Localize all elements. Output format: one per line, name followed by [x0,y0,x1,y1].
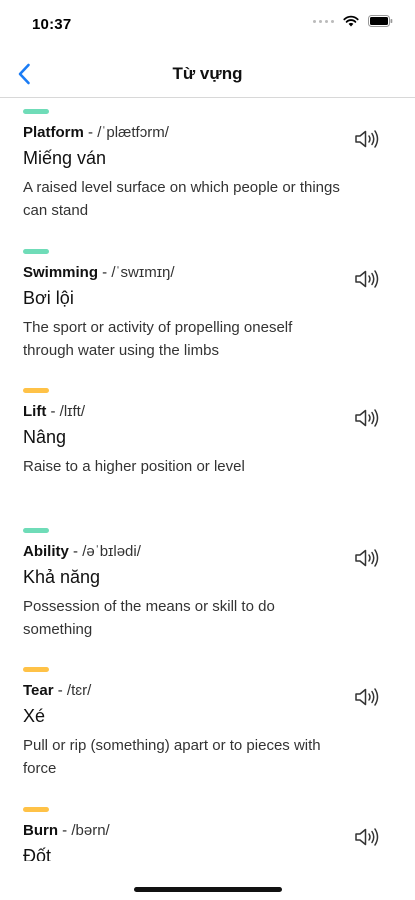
vocabulary-item[interactable]: Lift - /lɪft/ Nâng Raise to a higher pos… [0,378,415,518]
play-audio-button[interactable] [353,127,381,151]
status-bar: 10:37 [0,0,415,50]
word-pronunciation: /bərn/ [71,821,110,839]
level-tag-bar [23,667,49,672]
word-term: Swimming [23,263,99,281]
vocabulary-item[interactable]: Tear - /tɛr/ Xé Pull or rip (something) … [0,657,415,797]
word-meaning: Xé [23,706,46,726]
speaker-icon [355,548,379,567]
battery-icon [368,15,393,27]
word-separator: - [58,821,72,839]
word-heading: Tear - /tɛr/ [23,682,91,699]
speaker-icon [355,827,379,846]
word-separator: - [68,542,83,560]
word-meaning: Đốt [23,845,52,862]
word-heading: Swimming - /ˈswɪmɪŋ/ [23,264,175,281]
word-meaning: Nâng [23,427,67,447]
word-pronunciation: /ˈplætfɔrm/ [97,124,169,141]
word-definition: The sport or activity of propelling ones… [23,318,293,359]
play-audio-button[interactable] [353,825,381,849]
word-separator: - [46,403,60,420]
vocabulary-item[interactable]: Burn - /bərn/ Đốt (of a fire) produce fl… [0,797,415,862]
word-meaning: Khả năng [23,566,101,587]
page-title: Từ vựng [172,64,243,83]
level-tag-bar [23,806,49,812]
status-time: 10:37 [32,16,72,33]
word-definition: A raised level surface on which people o… [23,179,340,219]
speaker-icon [355,688,379,706]
speaker-icon [355,409,379,427]
word-heading: Burn - /bərn/ [23,822,110,839]
word-pronunciation: /əˈbɪlədi/ [82,542,141,560]
vocabulary-item[interactable]: Platform - /ˈplætfɔrm/ Miếng ván A raise… [0,99,415,239]
play-audio-button[interactable] [353,685,381,709]
speaker-icon [355,130,379,148]
level-tag-bar [23,248,49,254]
vocabulary-item[interactable]: Ability - /əˈbɪlədi/ Khả năng Possession… [0,518,415,658]
status-icons [313,15,393,27]
level-tag-bar [23,109,49,114]
word-definition: Raise to a higher position or level [23,458,245,475]
vocabulary-list[interactable]: Platform - /ˈplætfɔrm/ Miếng ván A raise… [0,99,415,861]
word-pronunciation: /tɛr/ [66,682,92,699]
play-audio-button[interactable] [353,546,381,570]
play-audio-button[interactable] [353,406,381,430]
word-meaning: Bơi lội [23,287,74,308]
word-term: Burn [23,821,58,839]
navigation-bar: Từ vựng [0,50,415,98]
word-pronunciation: /lɪft/ [59,403,86,420]
word-heading: Ability - /əˈbɪlədi/ [23,543,141,560]
word-term: Ability [23,542,69,560]
wifi-icon [343,15,359,27]
play-audio-button[interactable] [353,267,381,291]
level-tag-bar [23,388,49,393]
speaker-icon [355,269,379,288]
word-separator: - [98,263,112,281]
word-definition: Pull or rip (something) apart or to piec… [23,737,321,777]
word-separator: - [83,124,98,141]
vocabulary-item[interactable]: Swimming - /ˈswɪmɪŋ/ Bơi lội The sport o… [0,239,415,379]
word-meaning: Miếng ván [23,148,107,168]
cellular-signal-icon [313,19,334,23]
word-term: Platform [23,124,84,141]
word-heading: Lift - /lɪft/ [23,403,85,420]
word-definition: Possession of the means or skill to do s… [23,597,275,638]
word-term: Lift [23,403,47,420]
level-tag-bar [23,527,49,533]
screen: 10:37 Từ vựng Platform - /ˈplætfɔrm/ Miế… [0,0,415,900]
word-term: Tear [23,682,54,699]
word-heading: Platform - /ˈplætfɔrm/ [23,124,169,141]
word-separator: - [53,682,67,699]
home-indicator[interactable] [134,887,282,892]
word-pronunciation: /ˈswɪmɪŋ/ [111,263,175,281]
